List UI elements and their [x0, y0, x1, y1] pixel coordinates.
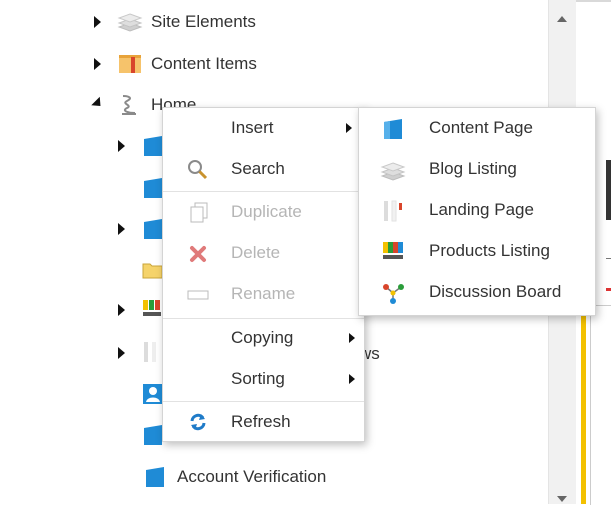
page-icon: [144, 425, 162, 445]
menu-item-duplicate[interactable]: Duplicate: [163, 192, 364, 233]
page-icon: [144, 136, 162, 156]
products-listing-icon: [143, 300, 161, 316]
menu-item-sorting[interactable]: Sorting: [163, 359, 364, 400]
menu-item-rename[interactable]: Rename: [163, 274, 364, 315]
submenu-item-landing-page[interactable]: Landing Page: [359, 190, 595, 231]
tree-item-label: Content Items: [151, 54, 257, 73]
pane-content-box: [590, 305, 611, 505]
pane-red-marker: [606, 288, 611, 291]
folder-icon: [142, 263, 162, 279]
menu-item-refresh[interactable]: Refresh: [163, 402, 364, 443]
user-page-icon: [143, 384, 163, 404]
search-icon: [188, 160, 208, 180]
tree-item-label: Site Elements: [151, 12, 256, 31]
pane-yellow-accent: [581, 300, 586, 504]
expand-arrow-icon[interactable]: [118, 304, 125, 316]
submenu-arrow-icon: [349, 374, 355, 384]
home-tree-icon: [122, 95, 136, 115]
scroll-up-icon[interactable]: [557, 16, 567, 22]
submenu-arrow-icon: [346, 123, 352, 133]
layers-icon: [117, 13, 143, 32]
menu-item-search[interactable]: Search: [163, 149, 364, 190]
rename-icon: [187, 290, 209, 300]
insert-submenu: Content Page Blog Listing Landing Page P…: [358, 107, 596, 316]
duplicate-icon: [190, 202, 208, 223]
landing-page-icon: [384, 200, 402, 222]
expand-arrow-icon[interactable]: [118, 140, 125, 152]
submenu-item-blog-listing[interactable]: Blog Listing: [359, 149, 595, 190]
collapse-arrow-icon[interactable]: [91, 96, 105, 111]
menu-item-insert[interactable]: Insert: [163, 108, 364, 149]
refresh-icon: [190, 413, 206, 431]
pane-divider: [576, 0, 611, 2]
landing-page-icon: [144, 342, 156, 362]
expand-arrow-icon[interactable]: [118, 347, 125, 359]
page-icon: [146, 467, 164, 487]
page-icon: [144, 178, 162, 198]
submenu-item-discussion-board[interactable]: Discussion Board: [359, 272, 595, 313]
products-listing-icon: [383, 242, 403, 259]
delete-icon: [190, 246, 206, 262]
page-icon: [144, 219, 162, 239]
pane-dark-strip: [606, 160, 611, 220]
menu-item-copying[interactable]: Copying: [163, 318, 364, 359]
submenu-item-products-listing[interactable]: Products Listing: [359, 231, 595, 272]
content-page-icon: [384, 119, 402, 139]
discussion-board-icon: [383, 284, 404, 304]
content-items-icon: [119, 55, 141, 73]
expand-arrow-icon[interactable]: [118, 223, 125, 235]
blog-listing-icon: [380, 162, 406, 181]
scroll-down-icon[interactable]: [557, 496, 567, 502]
context-menu: Insert Search Duplicate Delete Rename Co…: [162, 107, 365, 442]
tree-item-label: Account Verification: [177, 467, 327, 486]
pane-divider: [606, 258, 611, 259]
expand-arrow-icon[interactable]: [94, 58, 101, 70]
submenu-item-content-page[interactable]: Content Page: [359, 108, 595, 149]
submenu-arrow-icon: [349, 333, 355, 343]
expand-arrow-icon[interactable]: [94, 16, 101, 28]
menu-item-delete[interactable]: Delete: [163, 233, 364, 274]
